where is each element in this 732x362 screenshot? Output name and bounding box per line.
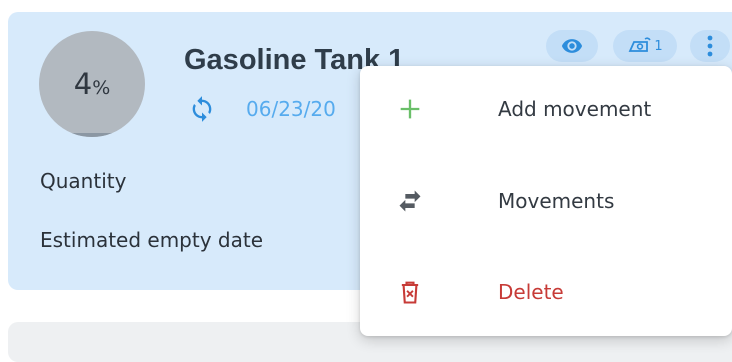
swap-arrows-icon [399,190,421,212]
trash-icon [401,281,419,304]
last-update-date: 06/23/20 [246,97,336,121]
options-menu: Add movement Movements Delete [360,66,732,336]
more-vertical-icon [707,35,713,57]
level-percent-sign: % [92,77,111,99]
level-gauge: 4% [39,31,145,137]
estimated-empty-date-label: Estimated empty date [40,228,264,252]
plus-icon [400,99,420,119]
more-options-button[interactable] [690,30,730,62]
sensor-badge[interactable]: 1 [613,30,677,62]
level-percent-value: 4 [73,67,93,101]
level-gauge-fill [39,132,145,137]
menu-item-label: Delete [498,280,564,304]
view-button[interactable] [546,30,598,62]
menu-item-delete[interactable]: Delete [360,252,732,332]
quantity-label: Quantity [40,169,127,193]
menu-item-label: Add movement [498,97,652,121]
menu-item-add-movement[interactable]: Add movement [360,69,732,149]
sensor-count: 1 [654,38,663,54]
menu-item-movements[interactable]: Movements [360,161,732,241]
eye-icon [561,39,583,53]
sensor-icon [628,37,652,52]
level-percent: 4% [39,69,145,103]
menu-item-label: Movements [498,189,615,213]
sync-icon[interactable] [188,95,216,123]
